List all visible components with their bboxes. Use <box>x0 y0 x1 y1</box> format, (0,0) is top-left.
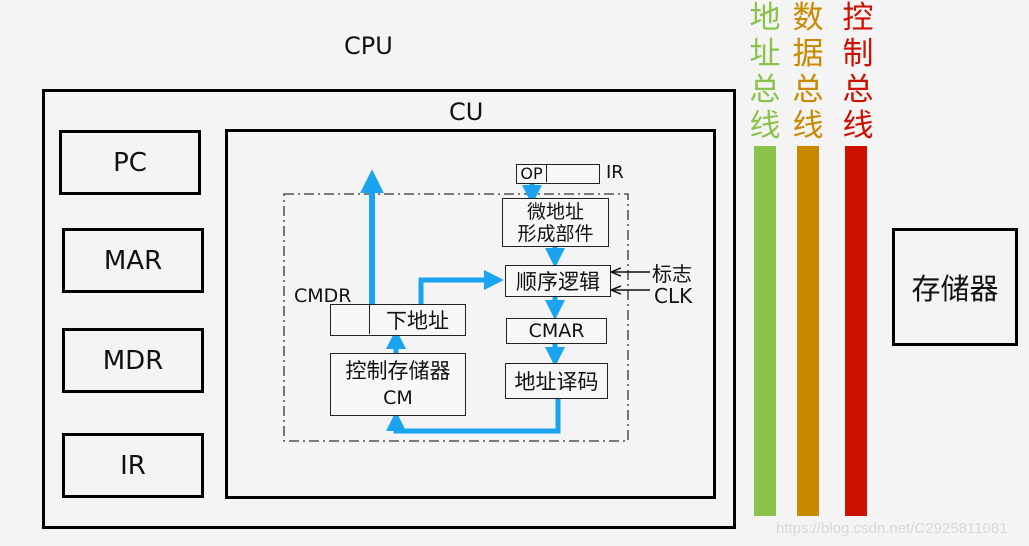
next-address-field: 下地址 <box>386 308 449 333</box>
bus-char: 地 <box>749 0 781 36</box>
watermark: https://blog.csdn.net/C2925811081 <box>776 520 1008 537</box>
micro-address-generator-line1: 微地址 <box>526 200 584 223</box>
address-decoder-label: 地址译码 <box>514 370 599 394</box>
address-bus-bar <box>754 146 776 516</box>
bus-char: 址 <box>749 36 781 72</box>
data-bus-label: 数 据 总 线 <box>790 0 826 144</box>
cmdr-divider <box>369 305 370 334</box>
ir-register-cu: OP <box>516 164 600 184</box>
bus-char: 总 <box>842 72 874 108</box>
cmdr-register: 下地址 <box>330 304 466 336</box>
control-memory: 控制存储器 CM <box>330 353 466 416</box>
micro-address-generator: 微地址 形成部件 <box>502 198 609 247</box>
address-decoder: 地址译码 <box>505 363 608 399</box>
control-memory-line2: CM <box>383 386 413 409</box>
cmar-register: CMAR <box>506 318 607 344</box>
memory-box: 存储器 <box>892 228 1018 346</box>
ir-label: IR <box>606 162 624 183</box>
bus-char: 控 <box>842 0 874 36</box>
op-field: OP <box>517 164 547 183</box>
micro-address-generator-line2: 形成部件 <box>517 222 594 245</box>
bus-char: 数 <box>792 0 824 36</box>
bus-char: 据 <box>792 36 824 72</box>
data-bus-bar <box>797 146 819 516</box>
sequence-logic-label: 顺序逻辑 <box>516 270 600 294</box>
bus-char: 总 <box>749 72 781 108</box>
cmar-label: CMAR <box>528 320 585 342</box>
bus-char: 线 <box>792 108 824 144</box>
control-bus-bar <box>845 146 867 516</box>
clk-label: CLK <box>654 284 693 308</box>
bus-char: 线 <box>842 108 874 144</box>
bus-char: 制 <box>842 36 874 72</box>
sequence-logic: 顺序逻辑 <box>505 265 611 297</box>
memory-label: 存储器 <box>911 272 999 306</box>
address-bus-label: 地 址 总 线 <box>747 0 783 144</box>
bus-char: 线 <box>749 108 781 144</box>
control-memory-line1: 控制存储器 <box>345 358 451 383</box>
next-address-arrow <box>418 270 504 305</box>
bus-char: 总 <box>792 72 824 108</box>
flag-label: 标志 <box>652 262 692 286</box>
control-bus-label: 控 制 总 线 <box>840 0 876 144</box>
